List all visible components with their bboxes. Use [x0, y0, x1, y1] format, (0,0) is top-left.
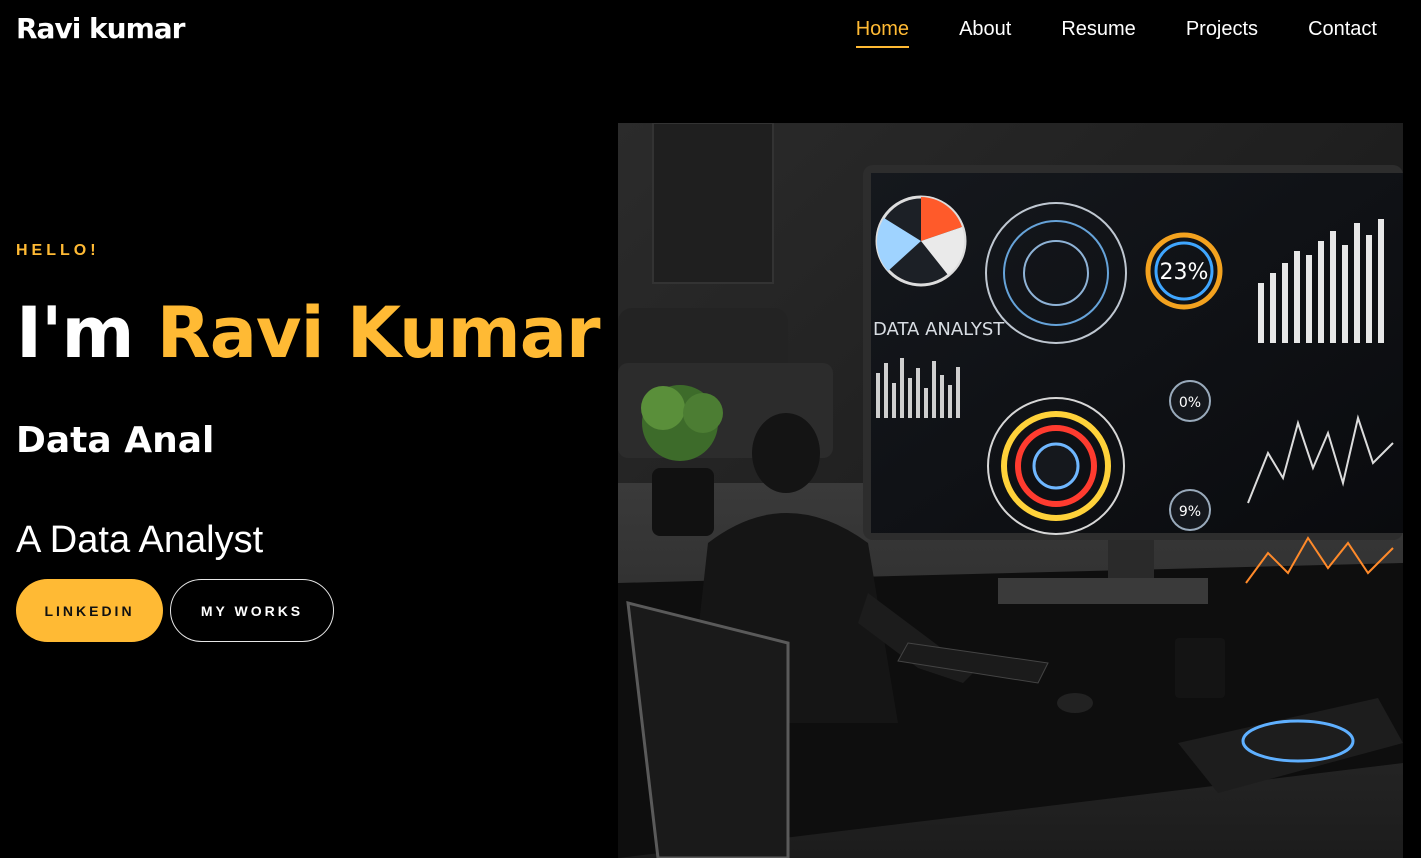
nav-resume[interactable]: Resume — [1061, 16, 1135, 42]
main-nav: Home About Resume Projects Contact — [806, 16, 1377, 48]
screen-title-text: DATA ANALYST — [873, 319, 1005, 340]
small-gauge-1-text: 0% — [1179, 395, 1201, 411]
data-analyst-workspace-image: 23% DATA ANALYST 0% 9% — [618, 123, 1403, 858]
site-header: Ravi kumar Home About Resume Projects Co… — [0, 0, 1421, 60]
hero-greeting: HELLO! — [16, 242, 100, 259]
hero-typed-role: Data Anal — [16, 420, 215, 461]
nav-projects[interactable]: Projects — [1186, 16, 1258, 42]
hero-headline: I'm Ravi Kumar — [16, 290, 601, 376]
hero-tagline: A Data Analyst — [16, 519, 264, 561]
nav-contact[interactable]: Contact — [1308, 16, 1377, 42]
gauge-value-text: 23% — [1160, 260, 1209, 285]
my-works-button[interactable]: MY WORKS — [170, 579, 334, 642]
nav-home[interactable]: Home — [855, 16, 910, 48]
small-gauge-2-text: 9% — [1179, 504, 1201, 520]
linkedin-button[interactable]: LINKEDIN — [16, 579, 163, 642]
hero-intro: I'm — [16, 292, 134, 374]
hero-name: Ravi Kumar — [156, 292, 601, 374]
nav-about[interactable]: About — [959, 16, 1011, 42]
site-logo[interactable]: Ravi kumar — [16, 12, 185, 46]
hero-illustration: 23% DATA ANALYST 0% 9% — [618, 123, 1403, 858]
